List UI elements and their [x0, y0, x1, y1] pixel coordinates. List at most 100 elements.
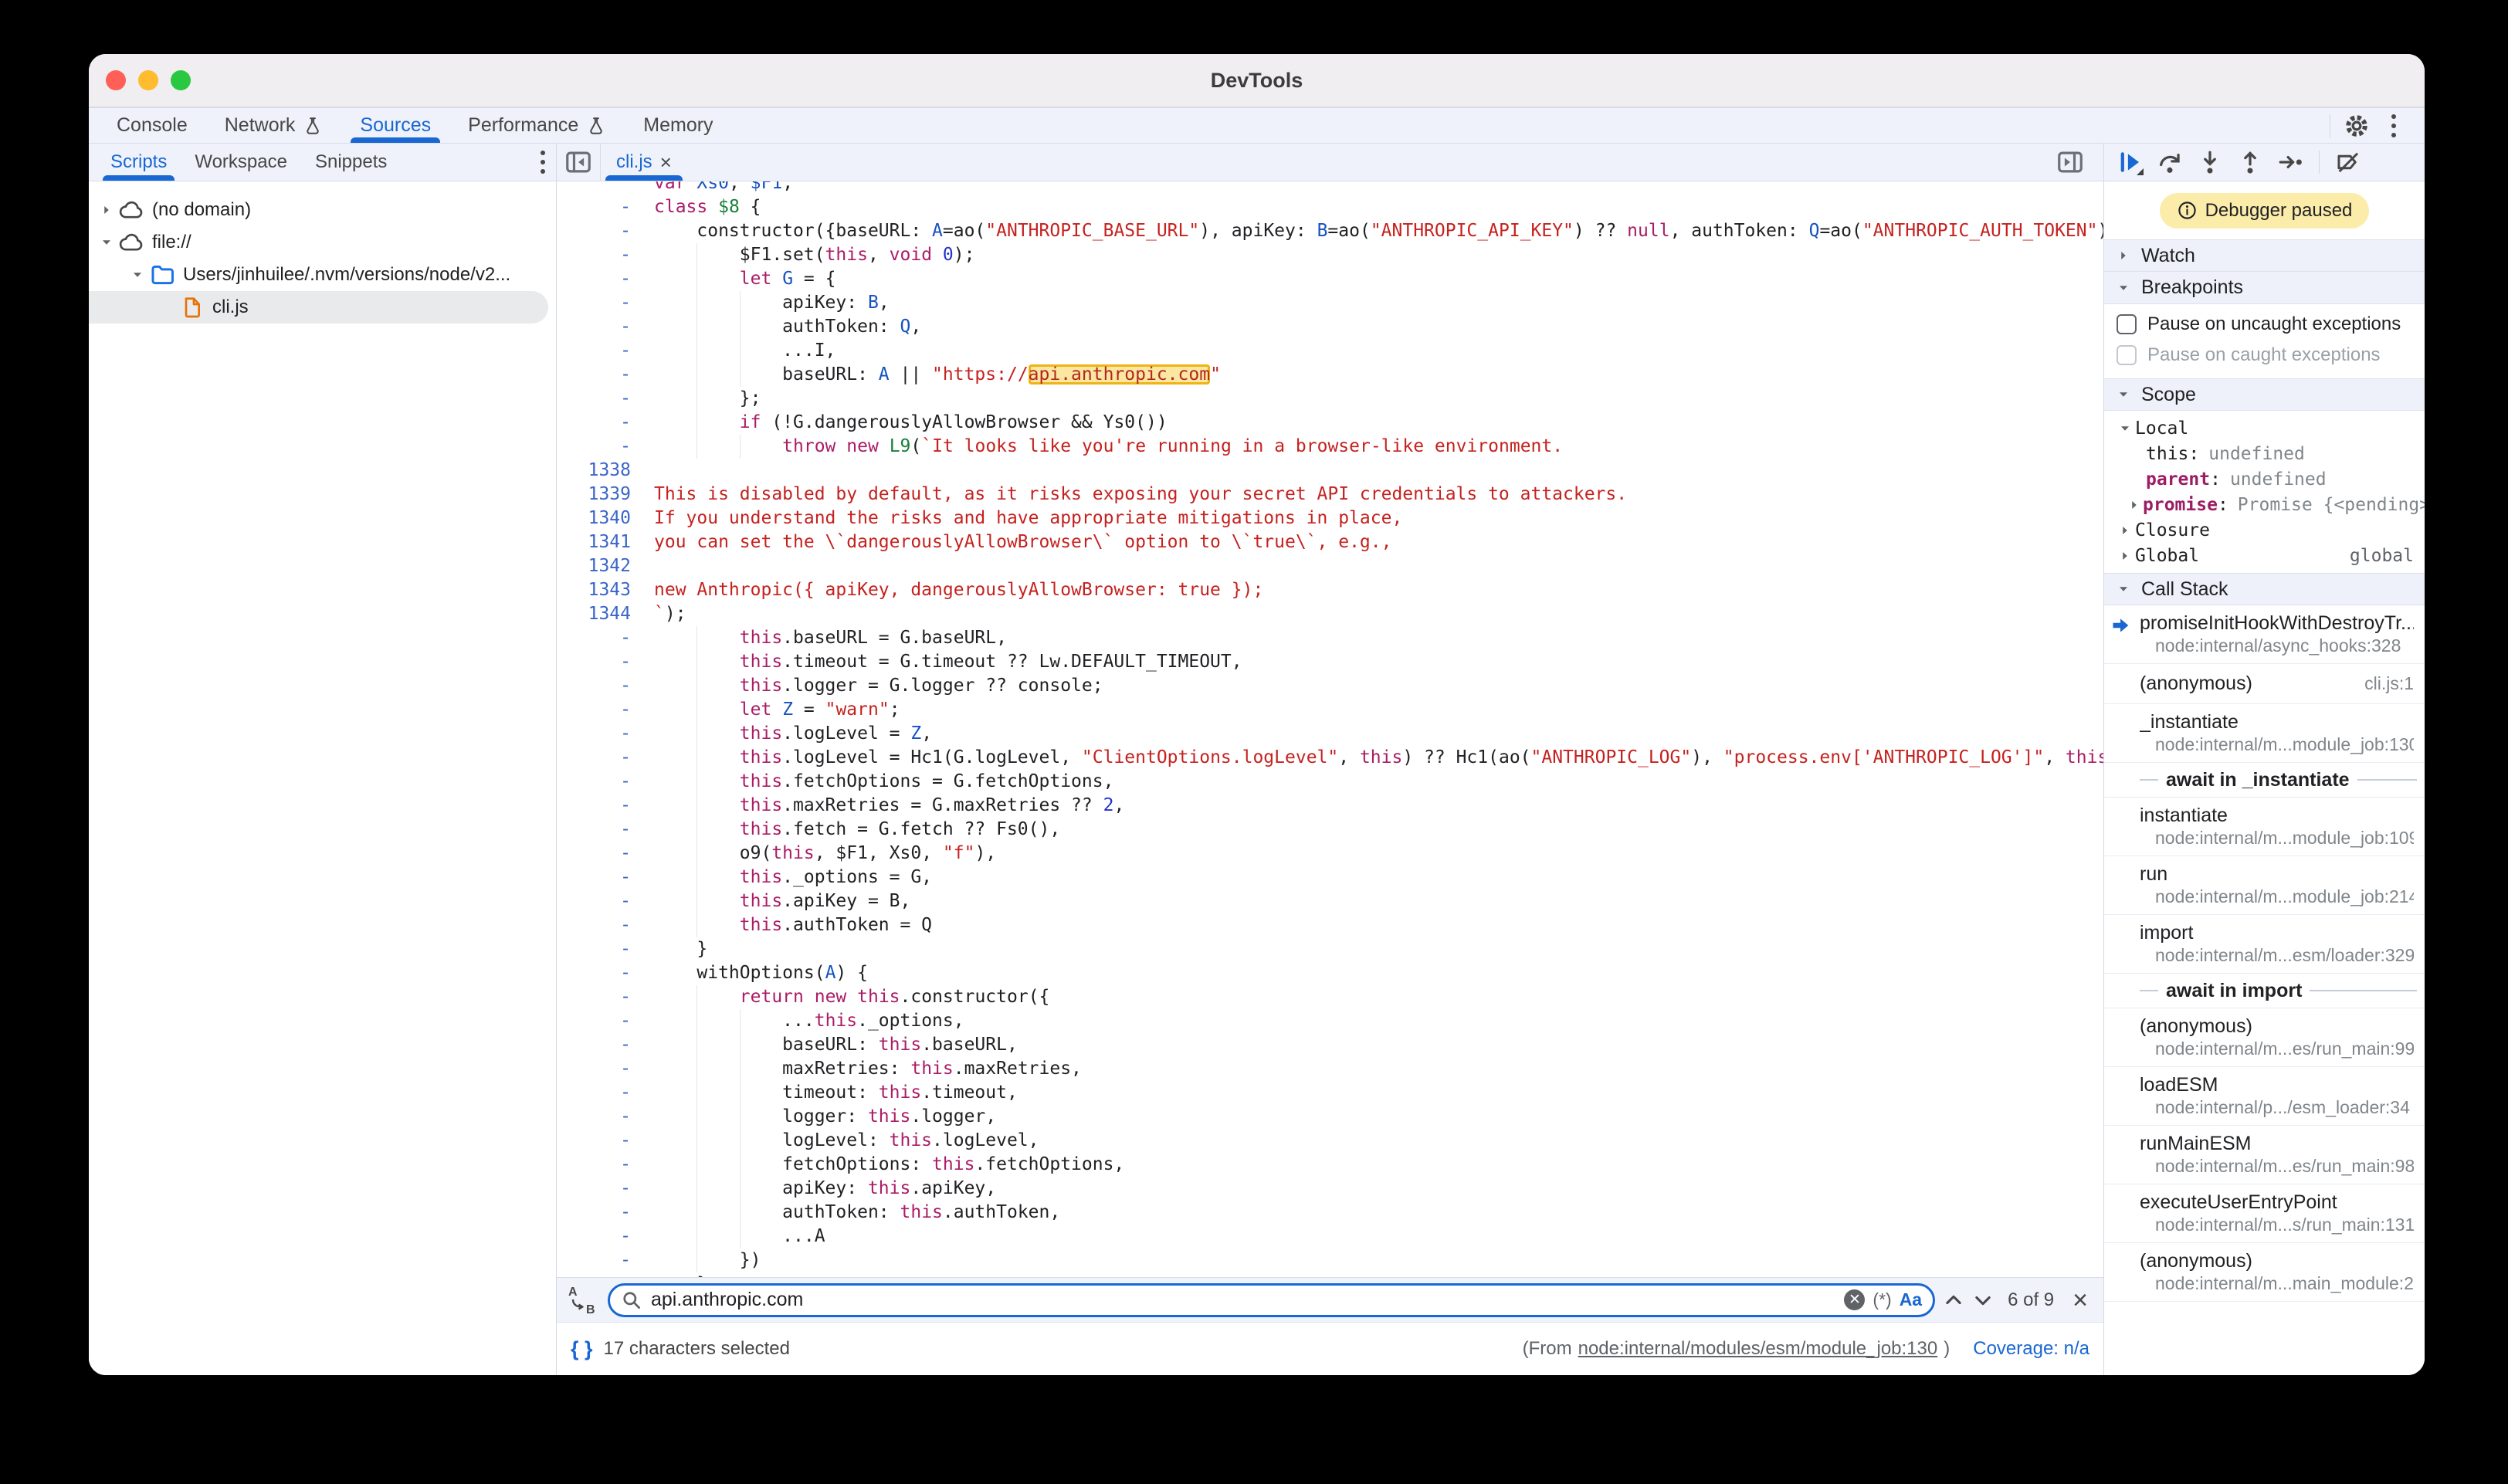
- gutter-line-number[interactable]: -: [557, 1153, 642, 1177]
- scope-group-local[interactable]: Local: [2104, 415, 2425, 441]
- gutter-line-number[interactable]: -: [557, 315, 642, 339]
- show-debugger-panel-icon[interactable]: [2056, 144, 2103, 181]
- source-map-link[interactable]: node:internal/modules/esm/module_job:130: [1578, 1338, 1938, 1360]
- close-tab-icon[interactable]: ×: [660, 151, 672, 174]
- tree-item--no-domain-[interactable]: (no domain): [89, 194, 556, 226]
- main-tab-console[interactable]: Console: [98, 108, 206, 143]
- gutter-line-number[interactable]: 1339: [557, 483, 642, 507]
- gutter-line-number[interactable]: -: [557, 866, 642, 889]
- call-stack-frame[interactable]: loadESMnode:internal/p.../esm_loader:34: [2104, 1067, 2425, 1126]
- deactivate-breakpoints-button[interactable]: [2330, 145, 2366, 179]
- step-out-button[interactable]: [2232, 145, 2268, 179]
- tree-item-file-[interactable]: file://: [89, 226, 556, 259]
- settings-gear-icon[interactable]: [2343, 112, 2371, 140]
- tree-chevron-icon[interactable]: [95, 202, 118, 219]
- search-input[interactable]: [649, 1288, 1836, 1312]
- main-tab-memory[interactable]: Memory: [625, 108, 731, 143]
- tree-item-cli-js[interactable]: cli.js: [89, 291, 548, 324]
- gutter-line-number[interactable]: -: [557, 1177, 642, 1201]
- main-tab-performance[interactable]: Performance: [449, 108, 625, 143]
- coverage-link[interactable]: Coverage: n/a: [1973, 1338, 2089, 1360]
- call-stack-frame[interactable]: promiseInitHookWithDestroyTr...node:inte…: [2104, 605, 2425, 664]
- main-tab-network[interactable]: Network: [206, 108, 342, 143]
- gutter-line-number[interactable]: -: [557, 770, 642, 794]
- gutter-line-number[interactable]: -: [557, 339, 642, 363]
- gutter-line-number[interactable]: -: [557, 746, 642, 770]
- navigator-more-icon[interactable]: [541, 144, 556, 181]
- gutter-line-number[interactable]: -: [557, 626, 642, 650]
- call-stack-frame[interactable]: runnode:internal/m...module_job:214: [2104, 856, 2425, 915]
- navigator-tab-workspace[interactable]: Workspace: [181, 144, 301, 181]
- section-watch[interactable]: Watch: [2104, 239, 2425, 272]
- gutter-line-number[interactable]: 1343: [557, 578, 642, 602]
- replace-toggle-icon[interactable]: AB: [568, 1284, 600, 1316]
- gutter-line-number[interactable]: -: [557, 985, 642, 1009]
- gutter-line-number[interactable]: -: [557, 219, 642, 243]
- gutter-line-number[interactable]: -: [557, 650, 642, 674]
- tab-cli-js[interactable]: cli.js ×: [601, 144, 687, 181]
- gutter-line-number[interactable]: -: [557, 674, 642, 698]
- resume-button[interactable]: [2112, 145, 2147, 179]
- gutter-line-number[interactable]: -: [557, 1129, 642, 1153]
- gutter-line-number[interactable]: 1342: [557, 554, 642, 578]
- navigator-tab-scripts[interactable]: Scripts: [97, 144, 181, 181]
- section-scope[interactable]: Scope: [2104, 378, 2425, 411]
- gutter-line-number[interactable]: -: [557, 411, 642, 435]
- regex-toggle[interactable]: (*): [1873, 1289, 1891, 1310]
- call-stack-frame[interactable]: (anonymous)node:internal/m...main_module…: [2104, 1243, 2425, 1302]
- breakpoint-option[interactable]: Pause on uncaught exceptions: [2104, 309, 2425, 340]
- gutter-line-number[interactable]: -: [557, 818, 642, 842]
- next-match-icon[interactable]: [1972, 1289, 1994, 1311]
- gutter-line-number[interactable]: -: [557, 1009, 642, 1033]
- gutter-line-number[interactable]: -: [557, 1105, 642, 1129]
- scope-variable-promise[interactable]: promise:Promise {<pending>}: [2104, 492, 2425, 517]
- step-into-button[interactable]: [2192, 145, 2228, 179]
- scope-variable-this[interactable]: this:undefined: [2104, 441, 2425, 466]
- gutter-line-number[interactable]: -: [557, 387, 642, 411]
- search-field[interactable]: ✕ (*) Aa: [608, 1283, 1935, 1317]
- call-stack-frame[interactable]: instantiatenode:internal/m...module_job:…: [2104, 798, 2425, 856]
- section-breakpoints[interactable]: Breakpoints: [2104, 272, 2425, 304]
- scope-group-closure[interactable]: Closure: [2104, 517, 2425, 543]
- gutter-line-number[interactable]: -: [557, 889, 642, 913]
- gutter-line-number[interactable]: -: [557, 435, 642, 459]
- scope-variable-parent[interactable]: parent:undefined: [2104, 466, 2425, 492]
- call-stack-frame[interactable]: importnode:internal/m...esm/loader:329: [2104, 915, 2425, 974]
- gutter-line-number[interactable]: 1341: [557, 530, 642, 554]
- gutter-line-number[interactable]: -: [557, 1201, 642, 1225]
- gutter-line-number[interactable]: -: [557, 937, 642, 961]
- gutter-line-number[interactable]: -: [557, 1057, 642, 1081]
- gutter-line-number[interactable]: 1344: [557, 602, 642, 626]
- gutter-line-number[interactable]: -: [557, 842, 642, 866]
- main-tab-sources[interactable]: Sources: [341, 108, 449, 143]
- tree-item-users-jinhuilee-nvm-versions-node-v2-[interactable]: Users/jinhuilee/.nvm/versions/node/v2...: [89, 259, 556, 291]
- gutter-line-number[interactable]: -: [557, 267, 642, 291]
- pretty-print-icon[interactable]: { }: [571, 1337, 593, 1361]
- previous-match-icon[interactable]: [1943, 1289, 1964, 1311]
- gutter-line-number[interactable]: -: [557, 961, 642, 985]
- gutter-line-number[interactable]: [557, 181, 642, 195]
- gutter-line-number[interactable]: -: [557, 363, 642, 387]
- section-call-stack[interactable]: Call Stack: [2104, 573, 2425, 605]
- gutter-line-number[interactable]: -: [557, 243, 642, 267]
- kebab-menu-icon[interactable]: [2377, 114, 2411, 137]
- gutter-line-number[interactable]: -: [557, 794, 642, 818]
- gutter-line-number[interactable]: -: [557, 195, 642, 219]
- call-stack-frame[interactable]: (anonymous)node:internal/m...es/run_main…: [2104, 1008, 2425, 1067]
- tree-chevron-icon[interactable]: [95, 234, 118, 251]
- gutter-line-number[interactable]: -: [557, 1249, 642, 1272]
- step-button[interactable]: [2272, 145, 2308, 179]
- breakpoint-option[interactable]: Pause on caught exceptions: [2104, 340, 2425, 371]
- close-find-bar-icon[interactable]: ×: [2072, 1287, 2088, 1313]
- minimize-window-button[interactable]: [138, 70, 158, 90]
- step-over-button[interactable]: [2152, 145, 2188, 179]
- navigator-tab-snippets[interactable]: Snippets: [301, 144, 401, 181]
- close-window-button[interactable]: [106, 70, 126, 90]
- call-stack-frame[interactable]: (anonymous)cli.js:1: [2104, 664, 2425, 704]
- clear-search-icon[interactable]: ✕: [1844, 1289, 1865, 1310]
- gutter-line-number[interactable]: -: [557, 913, 642, 937]
- gutter-line-number[interactable]: -: [557, 1033, 642, 1057]
- gutter-line-number[interactable]: -: [557, 698, 642, 722]
- hide-navigator-icon[interactable]: [557, 144, 601, 181]
- tree-chevron-icon[interactable]: [126, 266, 149, 283]
